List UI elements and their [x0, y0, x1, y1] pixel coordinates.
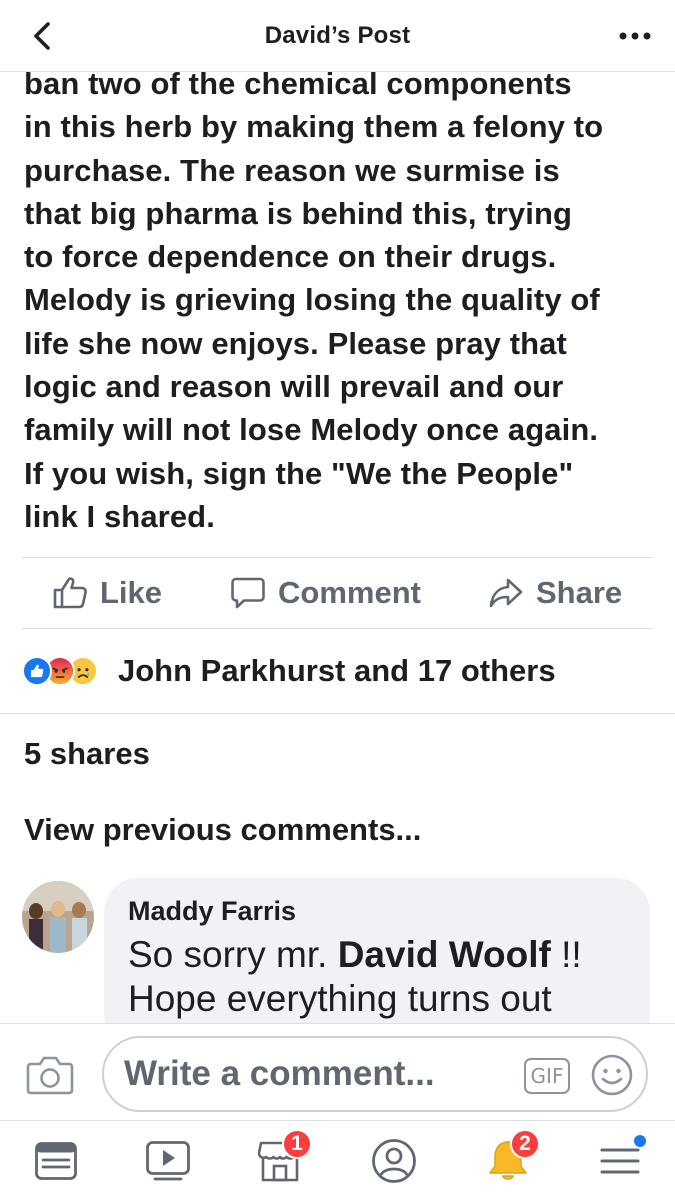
comment-input[interactable] [124, 1038, 514, 1110]
tab-marketplace[interactable]: 1 [252, 1129, 312, 1187]
profile-icon [372, 1139, 416, 1183]
menu-notification-dot [634, 1135, 646, 1147]
tab-notifications[interactable]: 2 [480, 1129, 540, 1187]
section-divider [0, 713, 675, 714]
share-button[interactable]: Share [488, 558, 622, 628]
video-play-icon [146, 1141, 190, 1181]
post-body-text: ban two of the chemical components in th… [24, 66, 604, 534]
comment-text-start: So sorry mr. [128, 934, 338, 975]
share-arrow-icon [489, 578, 523, 608]
reaction-icons [22, 656, 112, 686]
comment-text-line2: Hope everything turns out [128, 978, 552, 1019]
bottom-tab-bar: 1 2 [0, 1120, 675, 1200]
shares-count[interactable]: 5 shares [24, 736, 150, 772]
divider [22, 628, 653, 629]
mention-link[interactable]: David Woolf [338, 934, 551, 975]
speech-bubble-icon [231, 577, 265, 609]
avatar-photo [22, 881, 94, 953]
emoji-icon[interactable] [590, 1053, 634, 1097]
view-previous-comments-link[interactable]: View previous comments... [24, 812, 421, 848]
comment-text-end: !! [550, 934, 582, 975]
gif-button[interactable]: GIF [524, 1058, 570, 1094]
comment-composer: GIF [0, 1023, 675, 1120]
tab-profile[interactable] [366, 1135, 422, 1187]
notifications-badge: 2 [510, 1129, 540, 1159]
share-label: Share [536, 575, 623, 610]
page-title: David’s Post [264, 22, 411, 49]
hamburger-menu-icon [600, 1148, 640, 1174]
marketplace-badge: 1 [282, 1129, 312, 1159]
comment-text: So sorry mr. David Woolf !! Hope everythi… [128, 933, 626, 1021]
like-button[interactable]: Like [52, 558, 162, 628]
reactions-count-label: John Parkhurst and 17 others [118, 653, 556, 688]
tab-menu[interactable] [592, 1135, 648, 1187]
news-feed-icon [35, 1142, 77, 1180]
comment-input-container: GIF [102, 1036, 648, 1112]
camera-icon [26, 1056, 74, 1095]
more-horizontal-icon [619, 32, 651, 40]
post-action-bar: Like Comment Share [22, 558, 653, 628]
like-reaction-icon [22, 656, 52, 686]
more-options-button[interactable] [615, 18, 655, 54]
thumbs-up-icon [53, 577, 87, 609]
tab-watch[interactable] [140, 1135, 196, 1187]
like-label: Like [100, 575, 163, 610]
comment-author-name[interactable]: Maddy Farris [128, 896, 626, 927]
comment-button[interactable]: Comment [230, 558, 421, 628]
camera-button[interactable] [26, 1054, 74, 1096]
reactions-summary[interactable]: John Parkhurst and 17 others [22, 648, 556, 694]
tab-news-feed[interactable] [28, 1135, 84, 1187]
comment-label: Comment [278, 575, 421, 610]
commenter-avatar[interactable] [22, 881, 94, 953]
